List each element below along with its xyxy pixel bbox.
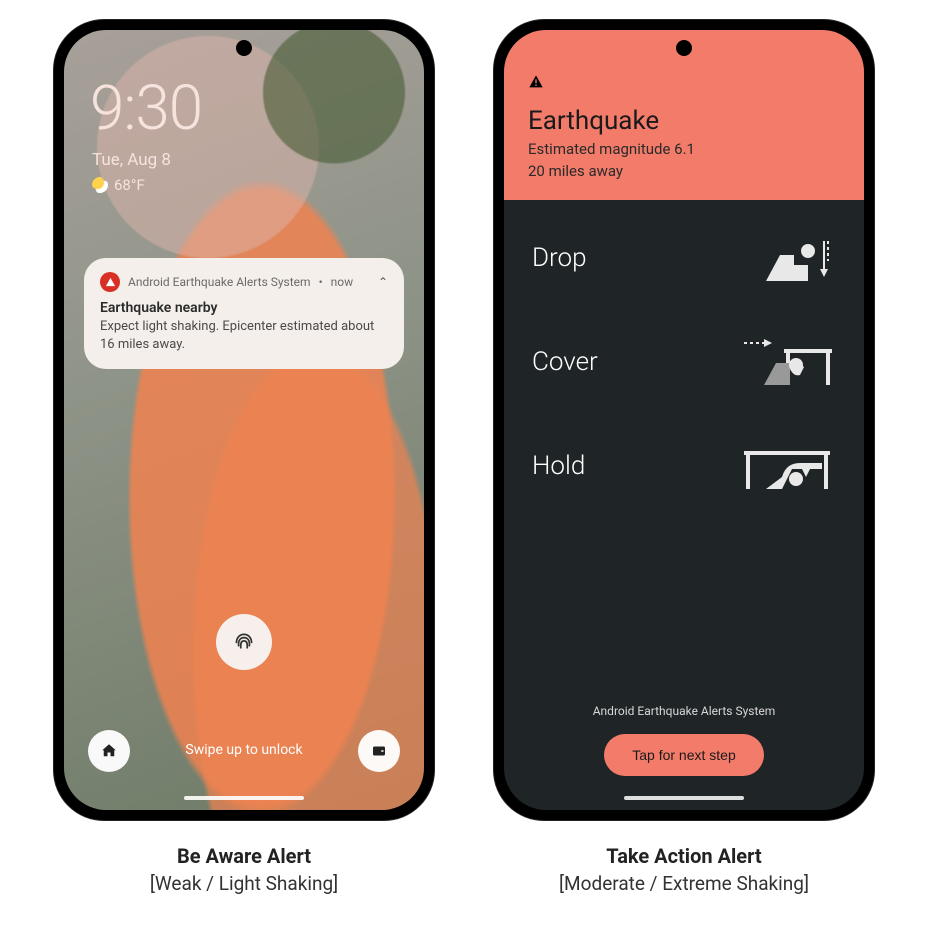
notification-time: now bbox=[331, 275, 354, 289]
weather-widget[interactable]: 68°F bbox=[92, 176, 145, 194]
camera-cutout bbox=[676, 40, 692, 56]
wallet-shortcut-button[interactable] bbox=[358, 730, 400, 772]
caption-sub: [Moderate / Extreme Shaking] bbox=[494, 872, 874, 895]
weather-icon bbox=[92, 177, 108, 193]
action-footer: Android Earthquake Alerts System Tap for… bbox=[504, 704, 864, 776]
fingerprint-icon bbox=[231, 629, 257, 655]
notification-header: Android Earthquake Alerts System • now ⌃ bbox=[100, 272, 388, 292]
caption-title: Take Action Alert bbox=[494, 844, 874, 868]
hold-icon bbox=[736, 436, 836, 496]
nav-bar[interactable] bbox=[184, 796, 304, 800]
home-icon bbox=[100, 742, 118, 760]
system-label: Android Earthquake Alerts System bbox=[593, 704, 776, 718]
caption-sub: [Weak / Light Shaking] bbox=[54, 872, 434, 895]
caption-right: Take Action Alert [Moderate / Extreme Sh… bbox=[494, 844, 874, 895]
step-hold: Hold bbox=[532, 436, 836, 496]
nav-bar[interactable] bbox=[624, 796, 744, 800]
caption-title: Be Aware Alert bbox=[54, 844, 434, 868]
phone-take-action: Earthquake Estimated magnitude 6.1 20 mi… bbox=[494, 20, 874, 820]
fingerprint-button[interactable] bbox=[216, 614, 272, 670]
distance-label: 20 miles away bbox=[528, 162, 840, 180]
lock-content: 9:30 Tue, Aug 8 68°F Android Earthquake … bbox=[64, 30, 424, 810]
action-content: Earthquake Estimated magnitude 6.1 20 mi… bbox=[504, 30, 864, 810]
notification-body: Expect light shaking. Epicenter estimate… bbox=[100, 318, 388, 353]
lock-screen[interactable]: 9:30 Tue, Aug 8 68°F Android Earthquake … bbox=[64, 30, 424, 810]
caption-row: Be Aware Alert [Weak / Light Shaking] Ta… bbox=[0, 844, 928, 895]
phone-be-aware: 9:30 Tue, Aug 8 68°F Android Earthquake … bbox=[54, 20, 434, 820]
phone-row: 9:30 Tue, Aug 8 68°F Android Earthquake … bbox=[0, 20, 928, 820]
alert-title: Earthquake bbox=[528, 106, 840, 136]
step-label: Hold bbox=[532, 451, 585, 481]
temperature-label: 68°F bbox=[114, 176, 145, 194]
takeaction-screen[interactable]: Earthquake Estimated magnitude 6.1 20 mi… bbox=[504, 30, 864, 810]
date-label: Tue, Aug 8 bbox=[92, 150, 171, 170]
notification-title: Earthquake nearby bbox=[100, 300, 388, 316]
step-cover: Cover bbox=[532, 332, 836, 392]
step-label: Drop bbox=[532, 243, 587, 273]
cover-icon bbox=[736, 332, 836, 392]
clock: 9:30 bbox=[90, 72, 202, 145]
step-label: Cover bbox=[532, 347, 598, 377]
alert-app-icon bbox=[100, 272, 120, 292]
safety-steps: Drop Cover bbox=[504, 200, 864, 496]
chevron-up-icon[interactable]: ⌃ bbox=[378, 275, 388, 289]
notification-app-label: Android Earthquake Alerts System bbox=[128, 275, 311, 289]
step-drop: Drop bbox=[532, 228, 836, 288]
next-step-button[interactable]: Tap for next step bbox=[604, 734, 764, 776]
home-shortcut-button[interactable] bbox=[88, 730, 130, 772]
caption-left: Be Aware Alert [Weak / Light Shaking] bbox=[54, 844, 434, 895]
notification-separator: • bbox=[319, 275, 323, 289]
camera-cutout bbox=[236, 40, 252, 56]
magnitude-label: Estimated magnitude 6.1 bbox=[528, 140, 840, 158]
drop-icon bbox=[736, 228, 836, 288]
earthquake-notification[interactable]: Android Earthquake Alerts System • now ⌃… bbox=[84, 258, 404, 369]
wallet-icon bbox=[370, 742, 388, 760]
warning-icon bbox=[528, 74, 840, 94]
